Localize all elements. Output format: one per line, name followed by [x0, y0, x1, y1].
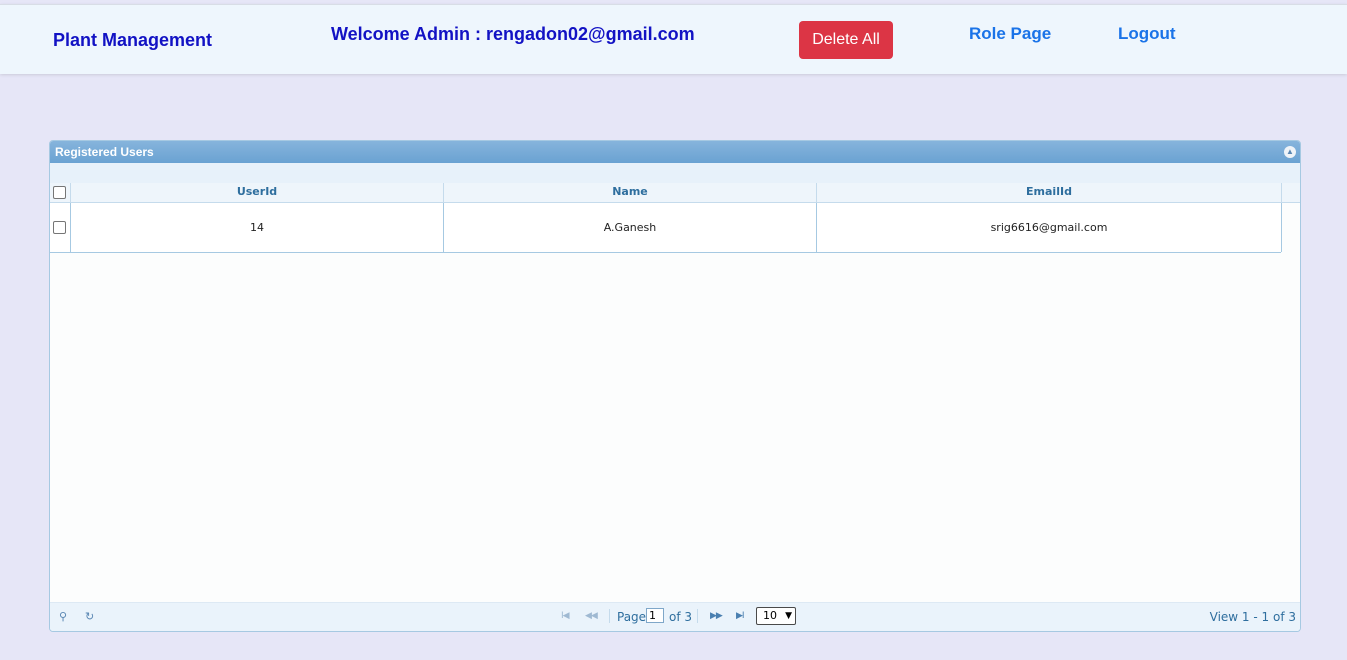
role-page-link[interactable]: Role Page	[969, 24, 1051, 44]
page-size-select[interactable]: 10 ▼	[756, 607, 796, 625]
registered-users-grid: Registered Users ▲ UserId Name EmailId 1…	[49, 140, 1301, 632]
page-size-value: 10	[763, 609, 777, 622]
first-page-icon[interactable]: I◀	[561, 611, 570, 621]
column-header-name[interactable]: Name	[444, 183, 817, 202]
grid-header-row: UserId Name EmailId	[50, 183, 1300, 203]
grid-empty-area	[50, 253, 1300, 603]
cell-userid: 14	[71, 203, 444, 252]
chevron-down-icon: ▼	[785, 611, 792, 621]
cell-email: srig6616@gmail.com	[817, 203, 1282, 252]
brand-title[interactable]: Plant Management	[53, 30, 212, 51]
last-page-icon[interactable]: ▶I	[736, 611, 745, 621]
search-icon[interactable]: ⚲	[59, 610, 67, 623]
top-navbar: Plant Management Welcome Admin : rengado…	[0, 4, 1347, 74]
page-number-input[interactable]	[646, 608, 664, 623]
pager-separator	[609, 609, 610, 623]
column-header-emailid[interactable]: EmailId	[817, 183, 1282, 202]
select-all-cell	[50, 183, 71, 202]
cell-name: A.Ganesh	[444, 203, 817, 252]
delete-all-button[interactable]: Delete All	[799, 21, 893, 59]
prev-page-icon[interactable]: ◀◀	[585, 611, 598, 621]
pager-separator	[697, 609, 698, 623]
table-row[interactable]: 14 A.Ganesh srig6616@gmail.com	[50, 203, 1282, 253]
column-header-userid[interactable]: UserId	[71, 183, 444, 202]
grid-pager: ⚲ ↻ I◀ ◀◀ Page of 3 ▶▶ ▶I 10 ▼ View 1 - …	[50, 602, 1300, 631]
row-checkbox[interactable]	[53, 221, 66, 234]
next-page-icon[interactable]: ▶▶	[710, 611, 723, 621]
select-all-checkbox[interactable]	[53, 186, 66, 199]
row-select-cell	[50, 203, 71, 252]
grid-caption: Registered Users ▲	[50, 141, 1300, 163]
welcome-text: Welcome Admin : rengadon02@gmail.com	[331, 24, 695, 44]
collapse-icon[interactable]: ▲	[1284, 146, 1296, 158]
page-label: Page	[617, 610, 647, 624]
logout-link[interactable]: Logout	[1118, 24, 1176, 44]
grid-title: Registered Users	[55, 145, 154, 159]
refresh-icon[interactable]: ↻	[85, 610, 94, 623]
page-total-label: of 3	[669, 610, 693, 624]
view-records-label: View 1 - 1 of 3	[1209, 610, 1296, 624]
grid-toolbar-strip	[50, 163, 1300, 184]
